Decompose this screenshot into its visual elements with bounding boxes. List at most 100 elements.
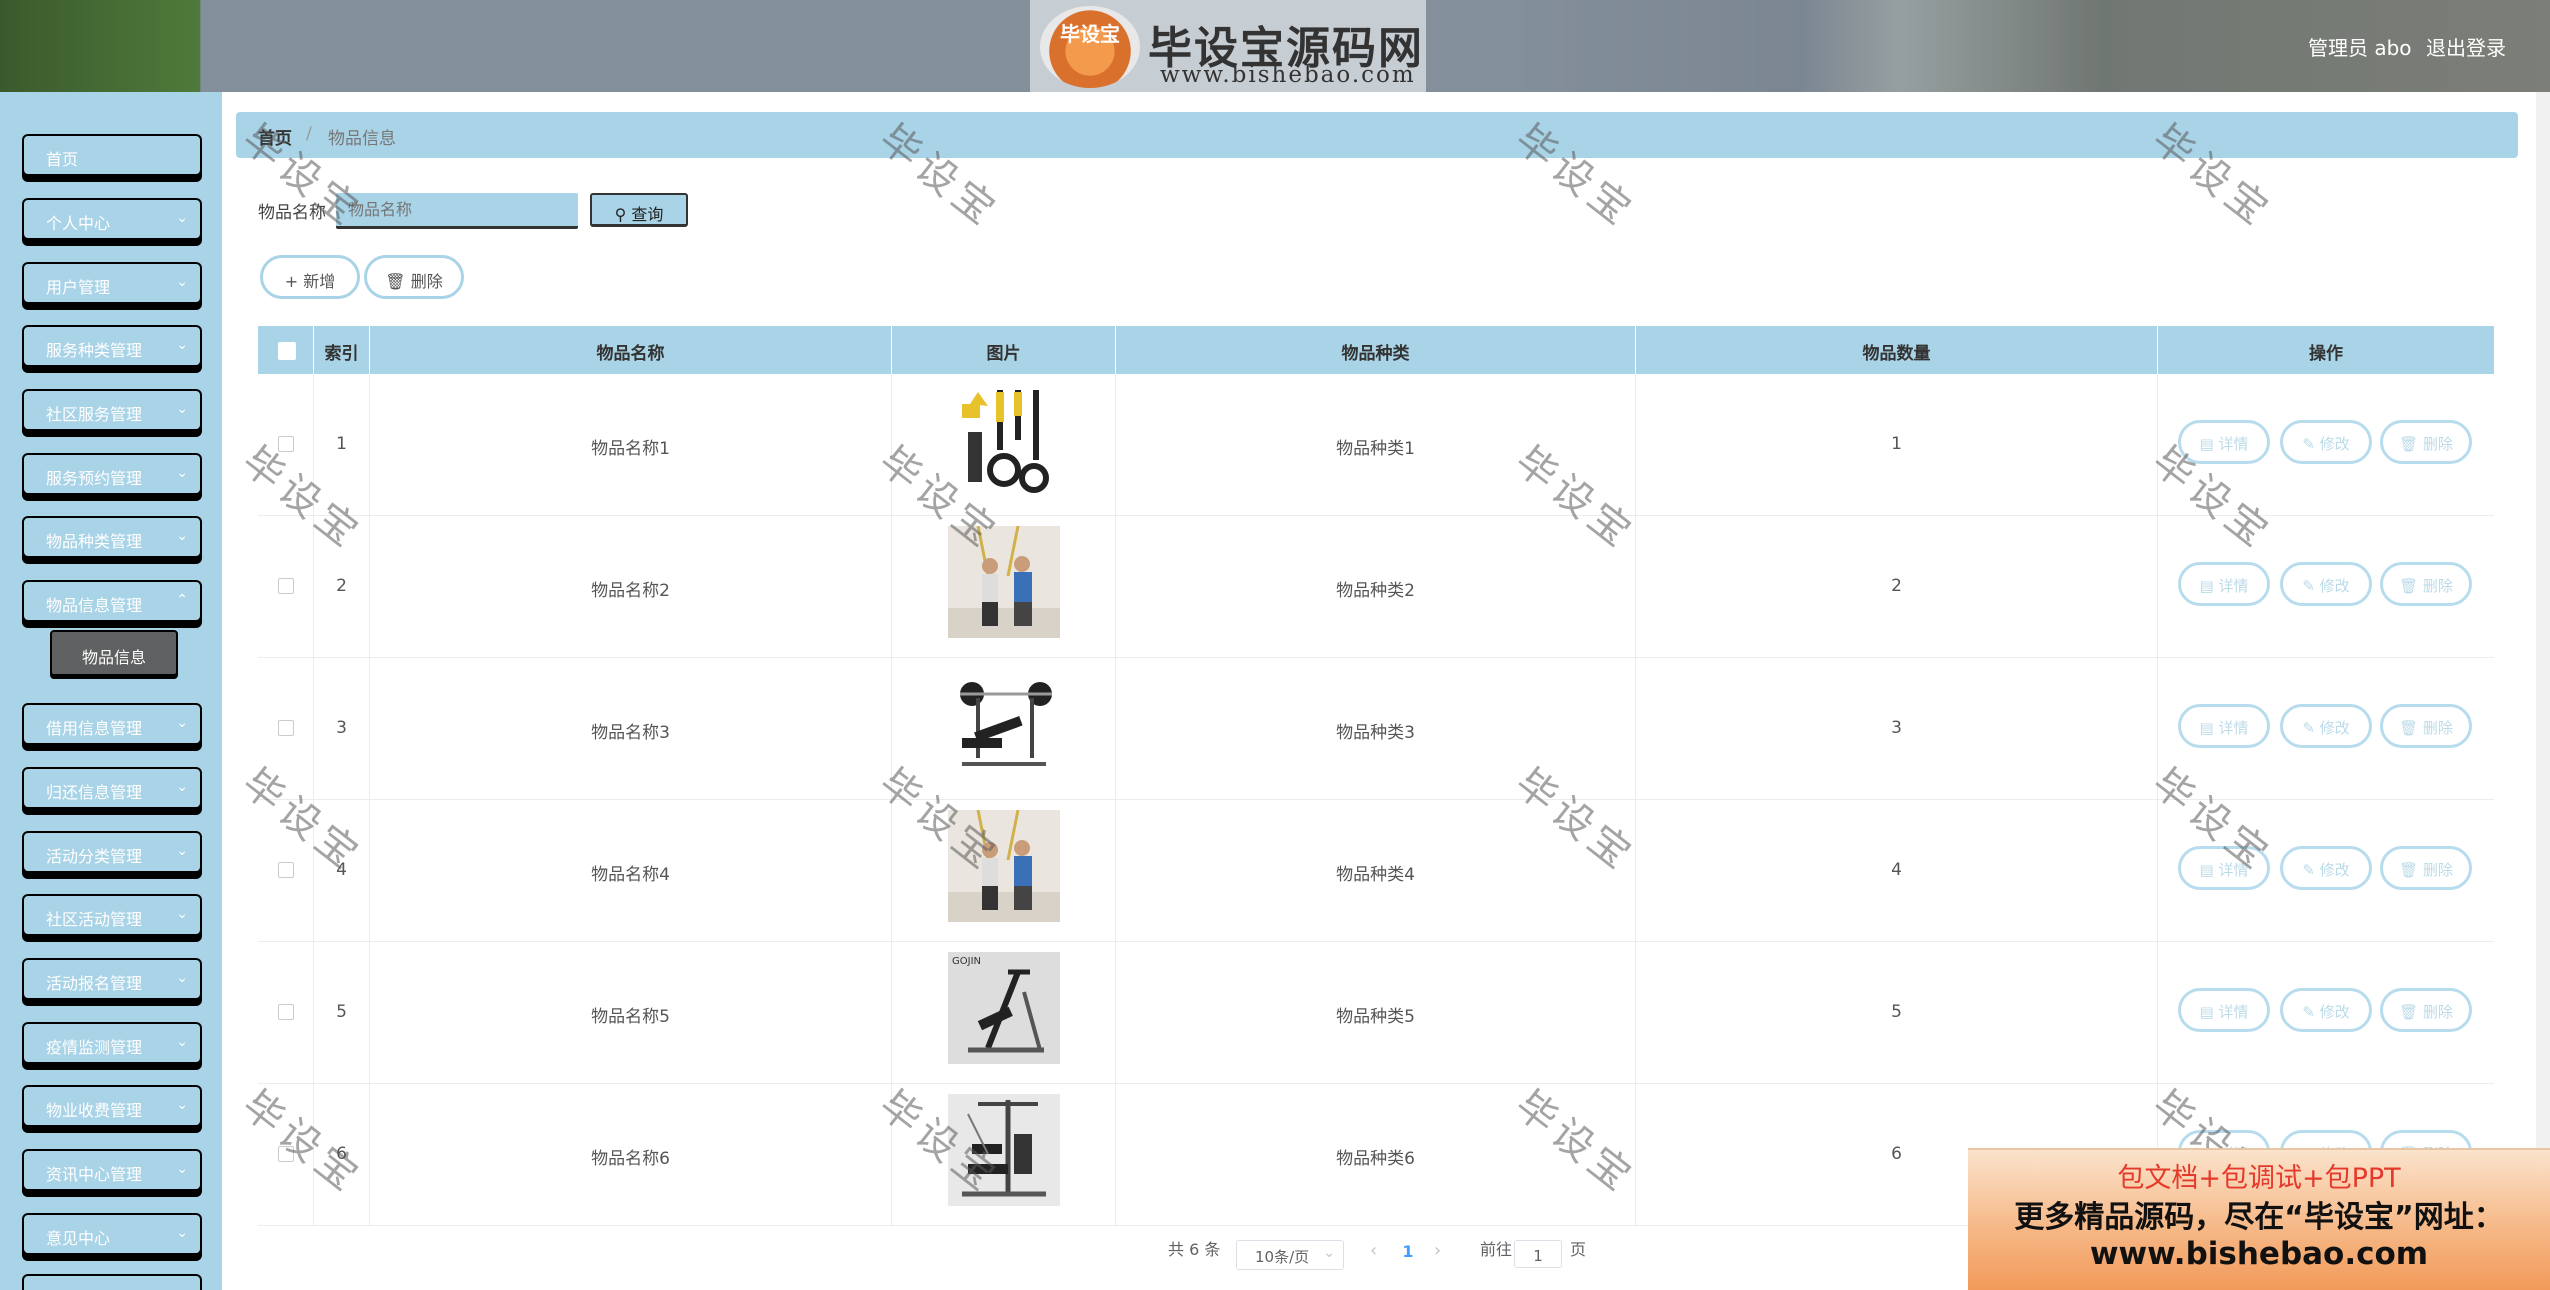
chevron-down-icon: ⌄ bbox=[176, 906, 188, 922]
logout-link[interactable]: 退出登录 bbox=[2426, 32, 2506, 61]
edit-button-label: 修改 bbox=[2319, 1003, 2350, 1021]
table-row: 2 物品名称2 物品种类2 2 ▤ 详情 ✎ 修改 🗑 删除 bbox=[258, 516, 2494, 658]
sidebar-item-home[interactable]: 首页 bbox=[22, 134, 202, 176]
detail-button[interactable]: ▤ 详情 bbox=[2178, 704, 2270, 748]
cell-image bbox=[892, 374, 1116, 516]
next-page-icon[interactable]: › bbox=[1434, 1240, 1441, 1261]
row-checkbox[interactable] bbox=[278, 1146, 294, 1162]
select-all-checkbox[interactable] bbox=[278, 342, 296, 360]
page-jump-input[interactable] bbox=[1514, 1240, 1562, 1268]
search-button[interactable]: ⚲ 查询 bbox=[590, 193, 688, 227]
sidebar-item-label: 借用信息管理 bbox=[46, 719, 143, 738]
chevron-down-icon: ⌄ bbox=[176, 843, 188, 859]
row-delete-button[interactable]: 🗑 删除 bbox=[2380, 420, 2472, 464]
breadcrumb: 首页 / 物品信息 bbox=[236, 112, 2518, 158]
item-thumbnail[interactable] bbox=[948, 668, 1060, 780]
sidebar-item-item-category[interactable]: 物品种类管理 ⌄ bbox=[22, 516, 202, 558]
item-thumbnail[interactable] bbox=[948, 526, 1060, 638]
detail-icon: ▤ bbox=[2199, 719, 2214, 737]
edit-button[interactable]: ✎ 修改 bbox=[2280, 704, 2372, 748]
cell-category: 物品种类2 bbox=[1116, 516, 1636, 658]
sidebar-item-service-booking[interactable]: 服务预约管理 ⌄ bbox=[22, 453, 202, 495]
sidebar-item-return-info[interactable]: 归还信息管理 ⌄ bbox=[22, 767, 202, 809]
detail-button[interactable]: ▤ 详情 bbox=[2178, 420, 2270, 464]
sidebar-item-item-info[interactable]: 物品信息管理 ⌃ bbox=[22, 580, 202, 622]
sidebar-subitem-item-info[interactable]: 物品信息 bbox=[50, 630, 178, 676]
item-thumbnail[interactable]: GOJIN bbox=[948, 952, 1060, 1064]
breadcrumb-home[interactable]: 首页 bbox=[258, 124, 292, 149]
detail-button[interactable]: ▤ 详情 bbox=[2178, 988, 2270, 1032]
chevron-down-icon: ⌄ bbox=[176, 401, 188, 417]
cell-quantity: 5 bbox=[1636, 942, 2158, 1084]
row-delete-button[interactable]: 🗑 删除 bbox=[2380, 988, 2472, 1032]
edit-button[interactable]: ✎ 修改 bbox=[2280, 846, 2372, 890]
row-delete-button[interactable]: 🗑 删除 bbox=[2380, 562, 2472, 606]
page-size-select[interactable]: 10条/页 ⌄ bbox=[1236, 1240, 1344, 1270]
row-delete-button-label: 删除 bbox=[2422, 435, 2453, 453]
page-scrollbar[interactable] bbox=[2536, 92, 2550, 1290]
sidebar-item-label: 资讯中心管理 bbox=[46, 1165, 143, 1184]
table-row: 5 物品名称5 GOJIN 物品种类5 5 ▤ 详情 ✎ 修改 🗑 删除 bbox=[258, 942, 2494, 1084]
chevron-down-icon: ⌄ bbox=[176, 274, 188, 290]
batch-delete-button[interactable]: 🗑 删除 bbox=[364, 255, 464, 299]
edit-button[interactable]: ✎ 修改 bbox=[2280, 988, 2372, 1032]
row-select-cell bbox=[258, 516, 314, 658]
cell-index: 2 bbox=[314, 516, 370, 658]
breadcrumb-current: 物品信息 bbox=[328, 129, 396, 149]
sidebar-item-activity-category[interactable]: 活动分类管理 ⌄ bbox=[22, 831, 202, 873]
cell-index: 4 bbox=[314, 800, 370, 942]
cell-name: 物品名称3 bbox=[370, 658, 892, 800]
chevron-down-icon: ⌄ bbox=[176, 1161, 188, 1177]
svg-text:GOJIN: GOJIN bbox=[952, 956, 981, 967]
sidebar-item-service-type[interactable]: 服务种类管理 ⌄ bbox=[22, 325, 202, 367]
logo-badge-icon: 毕设宝 bbox=[1040, 6, 1140, 88]
sidebar-item-community-service[interactable]: 社区服务管理 ⌄ bbox=[22, 389, 202, 431]
item-thumbnail[interactable] bbox=[948, 1094, 1060, 1206]
detail-icon: ▤ bbox=[2199, 577, 2214, 595]
detail-icon: ▤ bbox=[2199, 861, 2214, 879]
page-number-current[interactable]: 1 bbox=[1396, 1242, 1420, 1266]
row-checkbox[interactable] bbox=[278, 720, 294, 736]
sidebar-item-borrow-info[interactable]: 借用信息管理 ⌄ bbox=[22, 703, 202, 745]
prev-page-icon[interactable]: ‹ bbox=[1370, 1240, 1377, 1261]
cell-name: 物品名称5 bbox=[370, 942, 892, 1084]
sidebar-item-community-activity[interactable]: 社区活动管理 ⌄ bbox=[22, 894, 202, 936]
row-delete-button[interactable]: 🗑 删除 bbox=[2380, 704, 2472, 748]
logo-url: www.bishebao.com bbox=[1160, 62, 1416, 88]
edit-button[interactable]: ✎ 修改 bbox=[2280, 420, 2372, 464]
row-checkbox[interactable] bbox=[278, 862, 294, 878]
item-thumbnail[interactable] bbox=[948, 810, 1060, 922]
add-button[interactable]: + 新增 bbox=[260, 255, 360, 299]
detail-button-label: 详情 bbox=[2218, 577, 2249, 595]
sidebar-item-activity-signup[interactable]: 活动报名管理 ⌄ bbox=[22, 958, 202, 1000]
cell-actions: ▤ 详情 ✎ 修改 🗑 删除 bbox=[2158, 658, 2494, 800]
jump-prefix: 前往 bbox=[1480, 1240, 1513, 1259]
sidebar-item-feedback-center[interactable]: 意见中心 ⌄ bbox=[22, 1213, 202, 1255]
detail-button[interactable]: ▤ 详情 bbox=[2178, 562, 2270, 606]
row-checkbox[interactable] bbox=[278, 436, 294, 452]
row-select-cell bbox=[258, 800, 314, 942]
sidebar-item-label: 意见中心 bbox=[46, 1229, 111, 1248]
detail-button[interactable]: ▤ 详情 bbox=[2178, 846, 2270, 890]
ad-banner[interactable]: 包文档+包调试+包PPT 更多精品源码，尽在“毕设宝”网址： www.bishe… bbox=[1968, 1148, 2550, 1290]
chevron-down-icon: ⌄ bbox=[176, 715, 188, 731]
cell-category: 物品种类5 bbox=[1116, 942, 1636, 1084]
cell-index: 3 bbox=[314, 658, 370, 800]
sidebar-item-more[interactable] bbox=[22, 1274, 202, 1290]
sidebar-item-personal-center[interactable]: 个人中心 ⌄ bbox=[22, 198, 202, 240]
row-checkbox[interactable] bbox=[278, 578, 294, 594]
item-thumbnail[interactable] bbox=[948, 384, 1060, 496]
sidebar-item-user-management[interactable]: 用户管理 ⌄ bbox=[22, 262, 202, 304]
cell-image bbox=[892, 800, 1116, 942]
sidebar-item-epidemic-monitor[interactable]: 疫情监测管理 ⌄ bbox=[22, 1022, 202, 1064]
header-select-cell bbox=[258, 326, 314, 374]
ad-line-3: www.bishebao.com bbox=[2089, 1236, 2429, 1272]
row-delete-button[interactable]: 🗑 删除 bbox=[2380, 846, 2472, 890]
sidebar-item-property-fee[interactable]: 物业收费管理 ⌄ bbox=[22, 1085, 202, 1127]
search-input[interactable] bbox=[336, 193, 578, 229]
row-checkbox[interactable] bbox=[278, 1004, 294, 1020]
edit-button[interactable]: ✎ 修改 bbox=[2280, 562, 2372, 606]
sidebar-item-news-center[interactable]: 资讯中心管理 ⌄ bbox=[22, 1149, 202, 1191]
breadcrumb-separator: / bbox=[306, 124, 312, 144]
cell-index: 5 bbox=[314, 942, 370, 1084]
